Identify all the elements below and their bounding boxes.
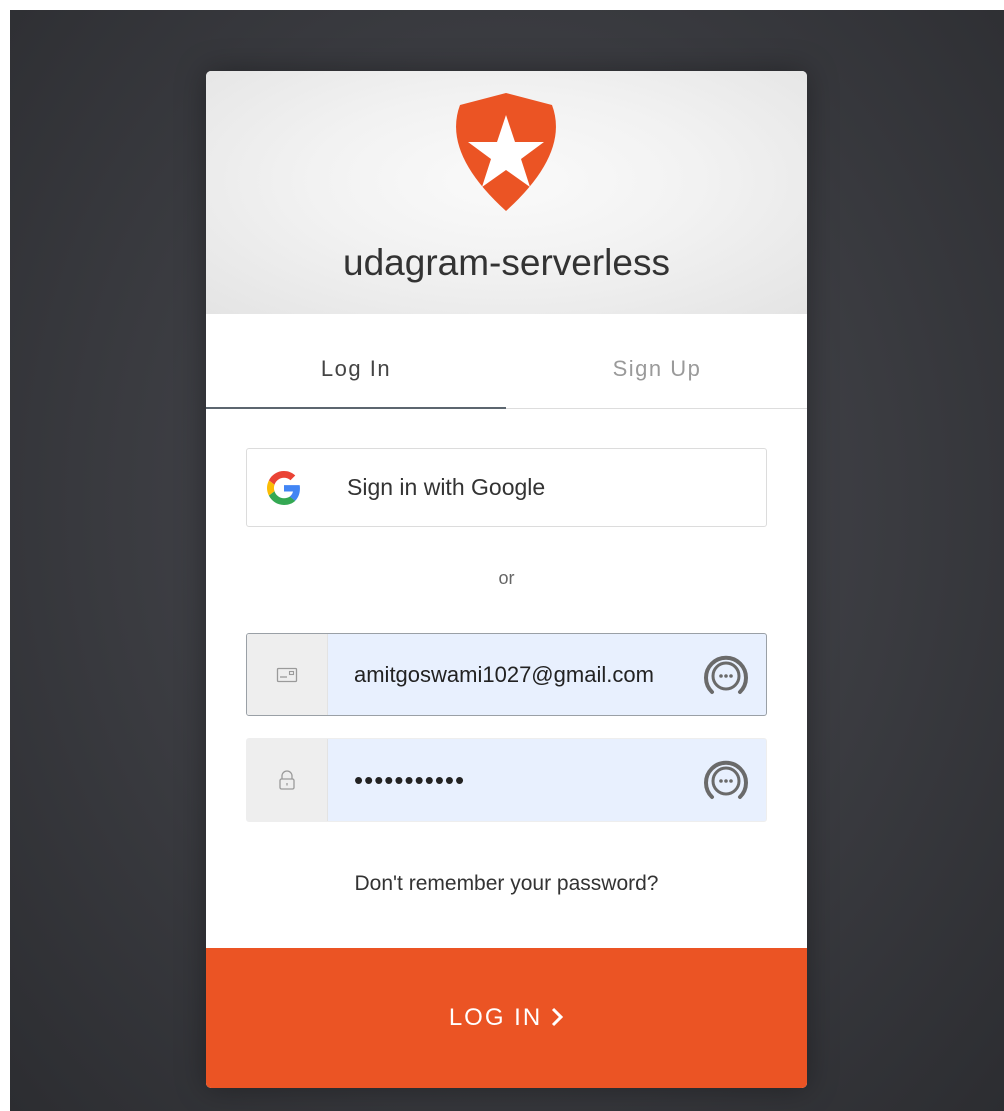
google-sign-in-label: Sign in with Google <box>347 474 546 500</box>
log-in-submit-button[interactable]: LOG IN <box>206 948 807 1088</box>
tab-log-in[interactable]: Log In <box>206 314 506 408</box>
envelope-icon <box>276 667 298 682</box>
lock-icon <box>279 770 295 790</box>
password-icon-box <box>247 739 328 821</box>
chevron-right-icon <box>552 1007 564 1026</box>
password-manager-icon[interactable] <box>698 648 754 704</box>
google-sign-in-button[interactable]: Sign in with Google <box>246 448 767 527</box>
google-icon <box>267 471 300 505</box>
or-divider: or <box>498 568 515 588</box>
app-title: udagram-serverless <box>343 242 670 283</box>
password-manager-icon[interactable] <box>698 753 754 809</box>
forgot-password-link[interactable]: Don't remember your password? <box>206 872 807 896</box>
auth-tabs: Log In Sign Up <box>206 314 807 409</box>
card-header: udagram-serverless <box>206 71 807 314</box>
email-field-container <box>246 633 767 716</box>
login-card: udagram-serverless Log In Sign Up Sign i… <box>206 71 807 1088</box>
log-in-submit-label: LOG IN <box>448 1004 543 1031</box>
email-icon-box <box>247 634 328 715</box>
shield-star-logo-icon <box>456 93 556 211</box>
password-input[interactable] <box>328 739 688 821</box>
tab-sign-up[interactable]: Sign Up <box>507 314 807 408</box>
active-tab-indicator <box>206 407 506 409</box>
password-field-container <box>246 738 767 822</box>
